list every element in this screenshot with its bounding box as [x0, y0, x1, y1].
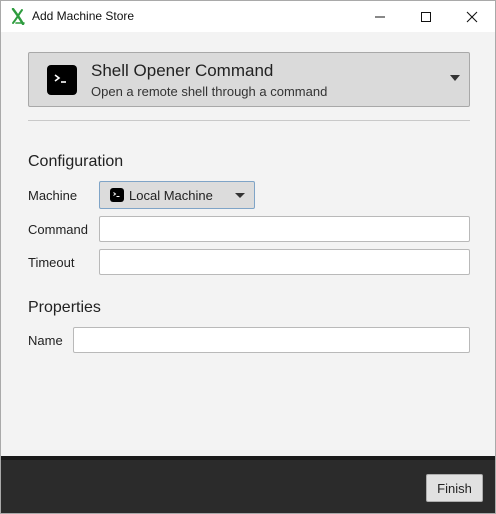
- minimize-button[interactable]: [357, 1, 403, 32]
- close-icon: [466, 11, 478, 22]
- terminal-icon: [47, 65, 77, 95]
- provider-description: Open a remote shell through a command: [91, 84, 328, 99]
- properties-heading: Properties: [28, 299, 101, 316]
- window-title: Add Machine Store: [32, 9, 135, 23]
- machine-selected-value: Local Machine: [129, 188, 213, 203]
- provider-title: Shell Opener Command: [91, 61, 274, 80]
- configuration-heading: Configuration: [28, 153, 124, 170]
- chevron-down-icon: [235, 193, 245, 198]
- maximize-button[interactable]: [403, 1, 449, 32]
- command-input[interactable]: [99, 216, 470, 242]
- timeout-input[interactable]: [99, 249, 470, 275]
- app-logo-icon: [11, 8, 25, 25]
- close-button[interactable]: [449, 1, 495, 32]
- finish-button[interactable]: Finish: [426, 474, 483, 502]
- maximize-icon: [421, 11, 431, 22]
- minimize-icon: [375, 16, 385, 17]
- machine-dropdown[interactable]: Local Machine: [99, 181, 255, 209]
- command-label: Command: [28, 222, 88, 237]
- dialog-content: Shell Opener Command Open a remote shell…: [1, 32, 495, 456]
- timeout-label: Timeout: [28, 255, 75, 270]
- chevron-down-icon: [450, 75, 460, 81]
- dialog-footer: Finish: [1, 456, 495, 513]
- terminal-icon: [110, 188, 124, 202]
- title-bar[interactable]: Add Machine Store: [1, 1, 495, 32]
- provider-dropdown[interactable]: Shell Opener Command Open a remote shell…: [28, 52, 470, 107]
- name-input[interactable]: [73, 327, 470, 353]
- name-label: Name: [28, 333, 63, 348]
- machine-label: Machine: [28, 188, 78, 203]
- divider: [28, 120, 470, 121]
- add-machine-store-window: Add Machine Store Shell Opener Command O…: [0, 0, 496, 514]
